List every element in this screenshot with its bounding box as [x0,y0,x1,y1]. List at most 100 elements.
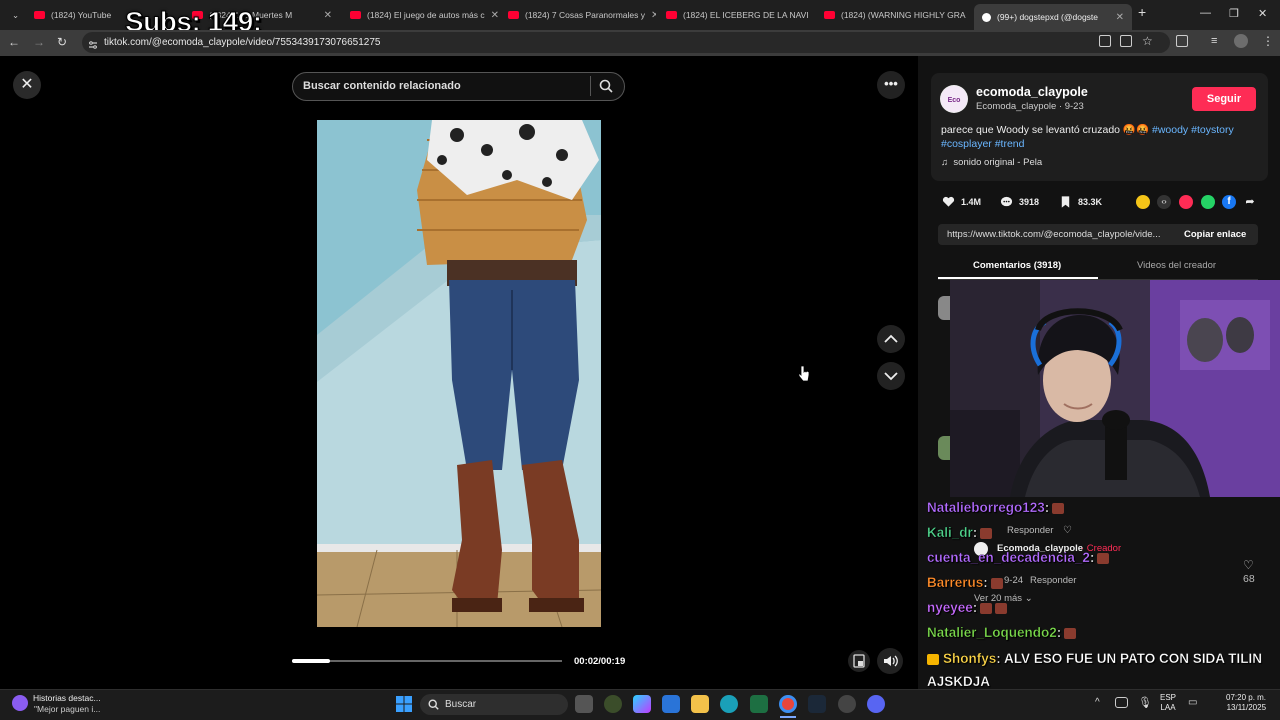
tab-active[interactable]: (99+) dogstepxd (@dogste ✕ [974,4,1132,30]
heart-outline-icon[interactable]: ♡ [1063,525,1072,536]
search-divider [590,76,591,96]
tray-chevron-up-icon[interactable]: ^ [1095,697,1100,708]
reply-link[interactable]: Responder [1030,575,1076,586]
progress-track[interactable] [292,660,562,662]
hashtag-trend[interactable]: #trend [995,138,1025,150]
next-video-button[interactable] [877,362,905,390]
reading-list-icon[interactable]: ≡ [1211,35,1217,47]
like-stat[interactable]: 1.4M [942,196,981,208]
minimize-icon[interactable]: — [1200,7,1211,19]
news-widget-subtitle[interactable]: "Mejor paguen i... [34,704,100,714]
emote-icon [980,602,993,614]
tab-3[interactable]: (1824) El juego de autos más c ✕ [342,4,498,26]
chevron-down-icon: ⌄ [12,9,20,20]
chat-message: nyeyee: [927,600,1008,615]
creator-username[interactable]: ecomoda_claypole [976,85,1088,99]
progress-fill[interactable] [292,659,330,663]
chat-message: Barrerus: [927,575,1003,590]
creator-avatar[interactable]: Eco [940,85,968,113]
file-explorer-icon[interactable] [691,695,709,713]
chat-username: Barrerus [927,575,984,590]
sound-link[interactable]: ♫ sonido original - Pela [941,157,1042,168]
url-text[interactable]: tiktok.com/@ecomoda_claypole/video/75534… [104,37,380,48]
tab-4[interactable]: (1824) 7 Cosas Paranormales y ✕ [500,4,656,26]
tab-comments[interactable]: Comentarios (3918) [973,260,1061,271]
video-frame[interactable] [317,120,601,627]
save-stat[interactable]: 83.3K [1059,196,1102,208]
clock-date: 13/11/2025 [1226,703,1267,712]
close-tab-icon[interactable]: ✕ [651,10,656,21]
active-app-indicator [780,716,796,718]
comment-like-icon[interactable]: ♡ [1243,558,1254,572]
forward-icon[interactable]: → [33,35,45,49]
tab-5[interactable]: (1824) EL ICEBERG DE LA NAVI✕ [658,4,814,26]
previous-video-button[interactable] [877,325,905,353]
news-widget-icon[interactable] [12,695,28,711]
bookmark-star-icon[interactable]: ☆ [1142,34,1153,48]
youtube-icon [350,11,361,19]
volume-button[interactable] [877,648,903,674]
translate-icon[interactable] [1099,35,1111,47]
microphone-icon[interactable]: 🎙 [1138,696,1152,709]
comment-icon [1000,196,1013,207]
task-view-icon[interactable] [575,695,593,713]
new-tab-button[interactable]: + [1138,4,1146,20]
copilot-icon[interactable] [633,695,651,713]
picture-in-picture-button[interactable] [848,650,870,672]
close-tab-icon[interactable]: ✕ [491,10,498,21]
tab-creator-videos[interactable]: Videos del creador [1137,260,1216,271]
cast-icon[interactable] [1120,35,1132,47]
close-tab-icon[interactable]: ✕ [1116,12,1124,23]
reply-link[interactable]: Responder [1007,525,1053,536]
restore-icon[interactable]: ❐ [1229,7,1239,20]
facebook-icon[interactable]: f [1222,195,1236,209]
commenter-avatar[interactable] [938,296,950,320]
chrome-icon[interactable] [779,695,797,713]
hashtag-cosplayer[interactable]: #cosplayer [941,138,992,150]
comment-stat[interactable]: 3918 [1000,196,1039,208]
bookmark-icon [1061,196,1070,208]
video-link-text[interactable]: https://www.tiktok.com/@ecomoda_claypole… [947,229,1160,240]
steam-icon[interactable] [808,695,826,713]
tab-list-button[interactable]: ⌄ [4,4,26,26]
tray-app-icon[interactable] [1115,697,1128,708]
system-clock[interactable]: 07:20 p. m. 13/11/2025 [1226,693,1266,713]
search-icon[interactable] [599,79,613,93]
excel-icon[interactable] [750,695,768,713]
youtube-icon [34,11,45,19]
app-icon[interactable] [838,695,856,713]
hashtag-woody[interactable]: #woody [1152,124,1188,136]
back-icon[interactable]: ← [8,35,20,49]
store-icon[interactable] [662,695,680,713]
chat-username: Natalier_Loquendo2 [927,625,1057,640]
hashtag-toystory[interactable]: #toystory [1191,124,1234,136]
profile-avatar[interactable] [1234,34,1248,48]
language-indicator[interactable]: ESP LAA [1160,693,1176,713]
discord-icon[interactable] [867,695,885,713]
chat-text: : [1056,625,1062,640]
chevron-down-icon: ⌄ [1024,593,1033,604]
copy-link-button[interactable]: Copiar enlace [1184,229,1246,240]
site-info-icon[interactable] [88,37,98,49]
news-widget-title[interactable]: Historias destac... [33,693,101,703]
close-video-button[interactable]: ✕ [13,71,41,99]
share-friends-icon[interactable] [1136,195,1150,209]
commenter-avatar[interactable] [938,436,950,460]
share-arrow-icon[interactable]: ➦ [1243,195,1257,209]
close-tab-icon[interactable]: ✕ [324,10,332,21]
close-window-icon[interactable]: ✕ [1258,7,1267,20]
more-options-button[interactable]: ••• [877,71,905,99]
embed-icon[interactable]: ‹› [1157,195,1171,209]
taskbar-search[interactable] [420,694,568,715]
send-icon[interactable] [1179,195,1193,209]
whatsapp-icon[interactable] [1201,195,1215,209]
reload-icon[interactable]: ↻ [57,35,67,49]
extensions-icon[interactable] [1176,35,1188,47]
network-icon[interactable]: ▭ [1188,697,1197,708]
app-icon[interactable] [604,695,622,713]
edge-icon[interactable] [720,695,738,713]
tab-6[interactable]: (1824) (WARNING HIGHLY GRA✕ [816,4,972,26]
menu-icon[interactable]: ⋮ [1262,34,1274,48]
windows-start-icon[interactable] [396,696,412,712]
follow-button[interactable]: Seguir [1192,87,1256,111]
